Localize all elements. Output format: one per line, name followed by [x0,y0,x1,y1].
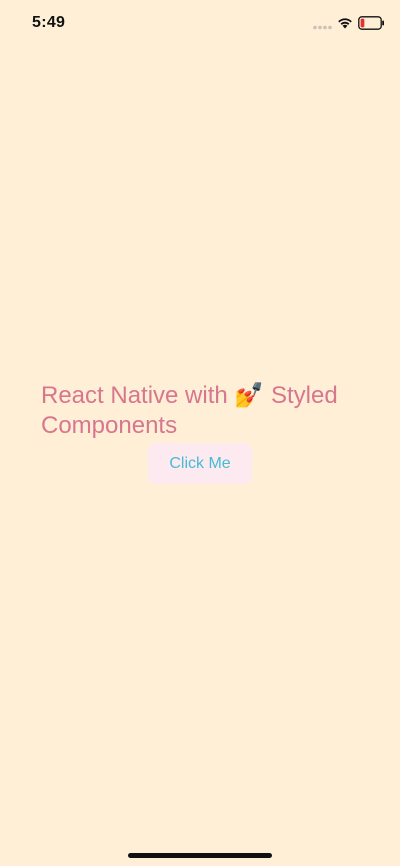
click-me-button-label: Click Me [169,454,231,472]
heading-text-start: React Native with [41,382,235,409]
signal-icon [313,25,332,30]
app-screen: 5:49 React Native with 💅 Styled Componen… [0,0,400,866]
wifi-icon [338,18,352,29]
status-time: 5:49 [32,14,66,31]
home-indicator [128,853,272,858]
status-bar: 5:49 [0,0,400,46]
page-title: React Native with 💅 Styled Components [41,380,371,441]
battery-icon [358,16,384,30]
click-me-button[interactable]: Click Me [148,443,252,484]
nail-polish-emoji: 💅 [234,381,265,409]
